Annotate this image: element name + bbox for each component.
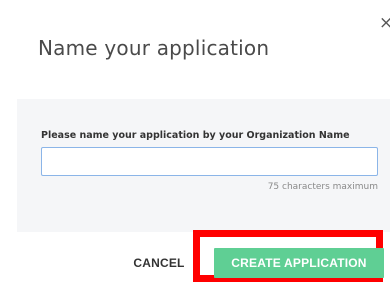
application-name-input[interactable] (41, 147, 378, 176)
form-panel: Please name your application by your Org… (17, 99, 390, 232)
application-name-label: Please name your application by your Org… (41, 130, 350, 141)
dialog-title: Name your application (38, 36, 270, 60)
create-application-button[interactable]: CREATE APPLICATION (214, 248, 384, 278)
cancel-button[interactable]: CANCEL (122, 249, 196, 277)
close-icon[interactable]: × (379, 14, 390, 32)
character-limit-hint: 75 characters maximum (267, 182, 378, 192)
